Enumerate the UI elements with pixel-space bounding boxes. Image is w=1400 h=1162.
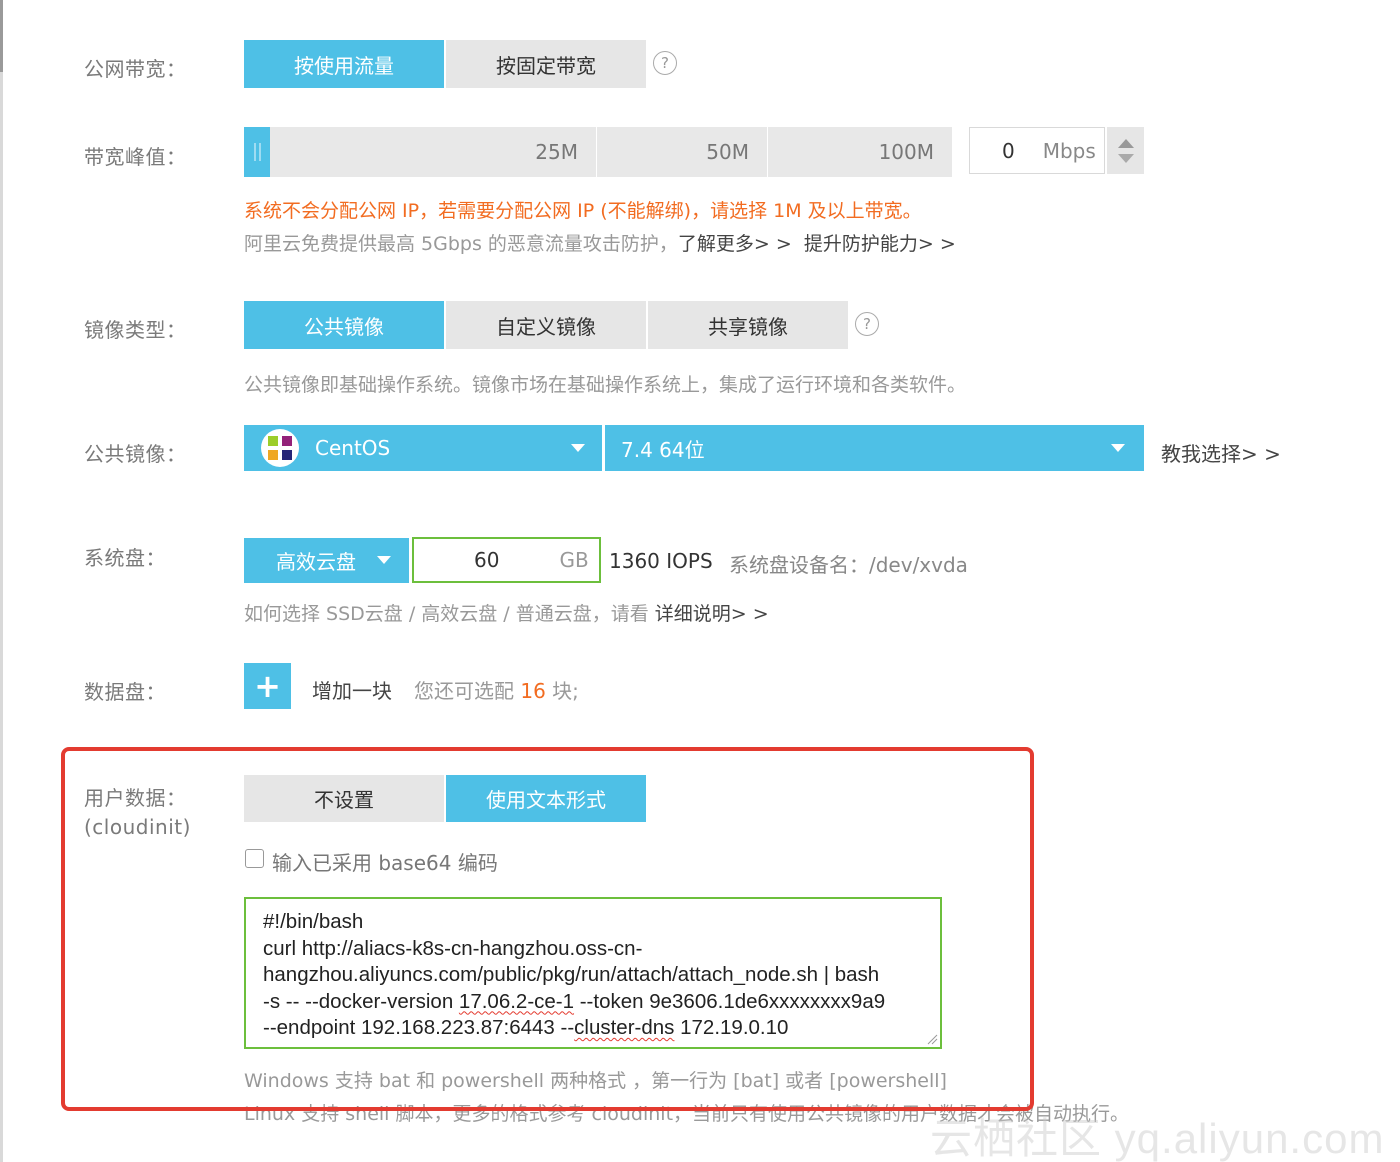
tab-shared-image[interactable]: 共享镜像 xyxy=(648,301,848,349)
disk-size-input[interactable]: 60 GB xyxy=(412,537,601,583)
public-image-label: 公共镜像： xyxy=(84,442,187,466)
remaining-prefix: 您还可选配 xyxy=(414,679,521,703)
bandwidth-unit: Mbps xyxy=(1042,138,1096,163)
tab-public-image[interactable]: 公共镜像 xyxy=(244,301,444,349)
tab-custom-image[interactable]: 自定义镜像 xyxy=(446,301,646,349)
chevron-down-icon xyxy=(1111,444,1125,452)
option-pay-by-traffic[interactable]: 按使用流量 xyxy=(244,40,444,88)
data-disk-remaining: 您还可选配 16 块; xyxy=(414,675,579,704)
tick-50m: 50M xyxy=(598,127,768,177)
bandwidth-stepper[interactable] xyxy=(1107,127,1144,174)
version-select-value: 7.4 64位 xyxy=(621,437,705,462)
os-select[interactable]: CentOS xyxy=(244,425,602,471)
plus-icon: + xyxy=(254,667,281,705)
disk-iops: 1360 IOPS xyxy=(609,549,713,573)
system-disk-label: 系统盘： xyxy=(84,546,166,570)
window-edge xyxy=(0,0,3,1162)
question-circle-icon[interactable]: ? xyxy=(855,312,879,336)
increment-arrow-icon[interactable] xyxy=(1117,138,1134,148)
ddos-note: 阿里云免费提供最高 5Gbps 的恶意流量攻击防护，了解更多> > 提升防护能力… xyxy=(244,229,956,256)
disk-size-unit: GB xyxy=(559,548,589,572)
disk-size-value: 60 xyxy=(474,548,500,572)
public-ip-warning: 系统不会分配公网 IP，若需要分配公网 IP (不能解绑)，请选择 1M 及以上… xyxy=(244,200,922,222)
improve-protection-link[interactable]: 提升防护能力> > xyxy=(804,233,956,255)
ddos-note-text: 阿里云免费提供最高 5Gbps 的恶意流量攻击防护， xyxy=(244,233,678,255)
bandwidth-value-input[interactable]: 0 Mbps xyxy=(969,127,1105,174)
slider-handle[interactable] xyxy=(244,127,270,177)
highlight-frame xyxy=(61,747,1034,1111)
disk-hint: 如何选择 SSD云盘 / 高效云盘 / 普通云盘，请看 详细说明> > xyxy=(244,599,769,626)
learn-more-link[interactable]: 了解更多> > xyxy=(678,233,792,255)
bandwidth-label: 公网带宽： xyxy=(84,57,187,81)
add-data-disk-button[interactable]: + xyxy=(244,663,291,709)
tick-100m: 100M xyxy=(878,140,934,164)
bandwidth-value: 0 xyxy=(1002,138,1015,163)
option-fixed-bandwidth[interactable]: 按固定带宽 xyxy=(446,40,646,88)
data-disk-label: 数据盘： xyxy=(84,680,166,704)
version-select[interactable]: 7.4 64位 xyxy=(605,425,1144,471)
disk-type-select[interactable]: 高效云盘 xyxy=(244,538,409,583)
peak-bandwidth-label: 带宽峰值： xyxy=(84,145,187,169)
centos-logo-icon xyxy=(261,429,299,467)
question-circle-icon[interactable]: ? xyxy=(653,51,677,75)
watermark: 云栖社区 yq.aliyun.com xyxy=(930,1115,1385,1162)
os-select-value: CentOS xyxy=(315,436,391,460)
image-type-label: 镜像类型： xyxy=(84,318,187,342)
decrement-arrow-icon[interactable] xyxy=(1117,153,1134,163)
help-me-choose-link[interactable]: 教我选择> > xyxy=(1161,438,1281,467)
image-type-description: 公共镜像即基础操作系统。镜像市场在基础操作系统上，集成了运行环境和各类软件。 xyxy=(244,374,967,396)
disk-hint-text: 如何选择 SSD云盘 / 高效云盘 / 普通云盘，请看 xyxy=(244,603,655,625)
remaining-count: 16 xyxy=(520,679,546,703)
add-data-disk-label[interactable]: 增加一块 xyxy=(312,675,392,704)
scroll-indicator xyxy=(0,0,3,72)
disk-details-link[interactable]: 详细说明> > xyxy=(655,603,769,625)
remaining-suffix: 块; xyxy=(545,679,579,703)
tick-25m: 25M xyxy=(270,127,597,177)
chevron-down-icon xyxy=(571,444,585,452)
disk-type-value: 高效云盘 xyxy=(276,550,356,574)
disk-device-name: 系统盘设备名：/dev/xvda xyxy=(729,553,968,577)
chevron-down-icon xyxy=(377,556,391,564)
